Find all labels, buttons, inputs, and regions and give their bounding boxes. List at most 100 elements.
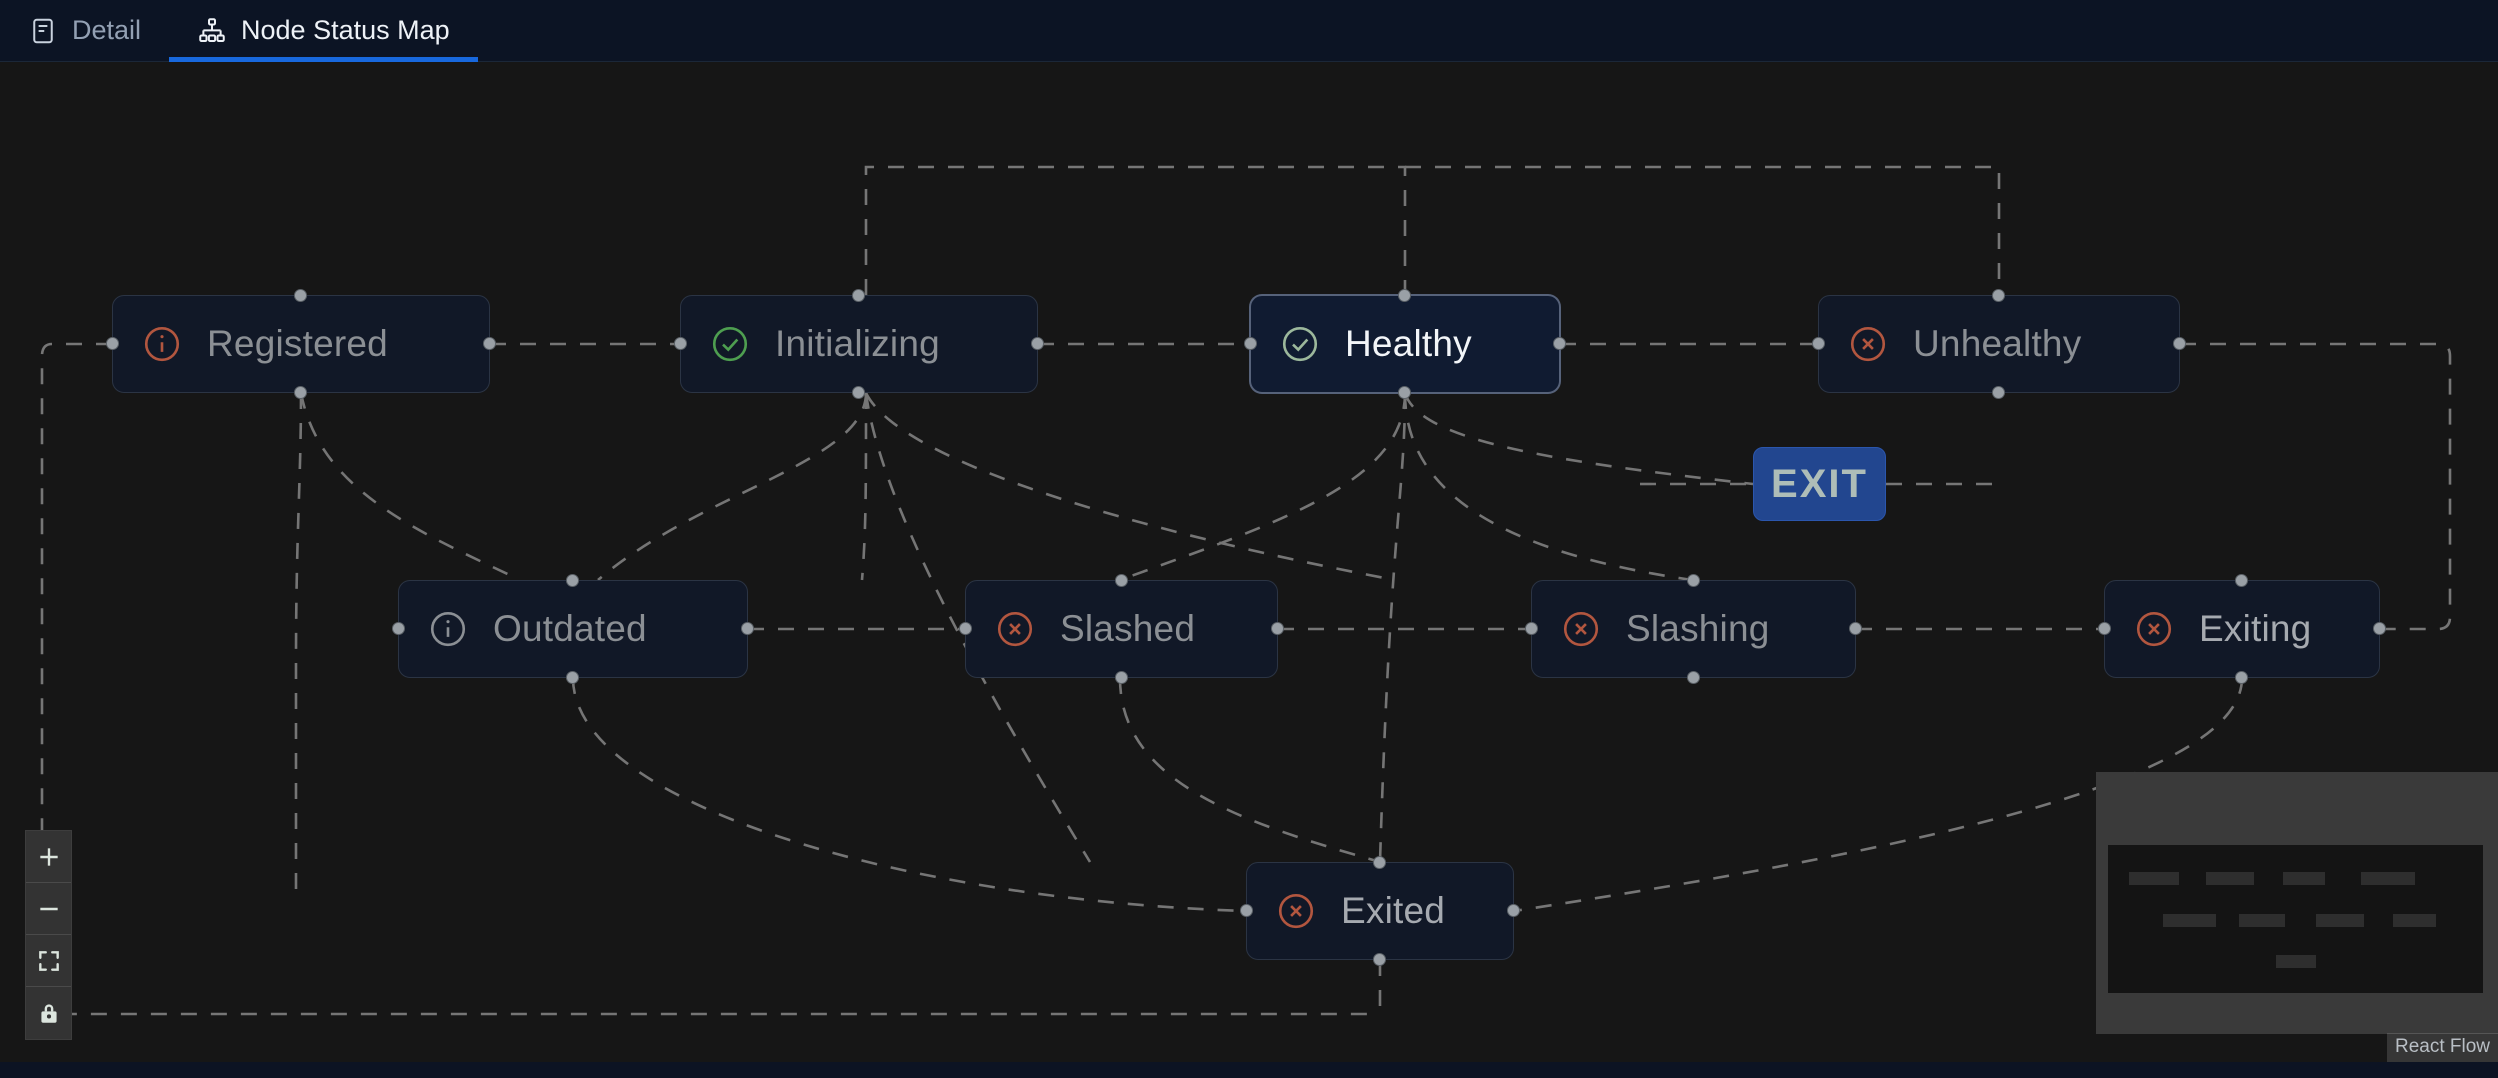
react-flow-attribution[interactable]: React Flow — [2386, 1033, 2498, 1062]
handle-left[interactable] — [1812, 337, 1825, 350]
handle-top[interactable] — [294, 289, 307, 302]
node-exiting[interactable]: Exiting — [2098, 574, 2386, 684]
plus-icon — [36, 844, 62, 870]
flow-canvas[interactable]: Registered Initializing Healthy Unhealth… — [0, 62, 2498, 1062]
handle-left[interactable] — [674, 337, 687, 350]
edge-registered-down-a — [294, 392, 303, 892]
edge-left-outer-loop — [40, 342, 1380, 1016]
edge-registered-outdated — [299, 392, 521, 582]
handle-top[interactable] — [2235, 574, 2248, 587]
handle-bottom[interactable] — [1398, 386, 1411, 399]
handle-right[interactable] — [1553, 337, 1566, 350]
handle-left[interactable] — [2098, 622, 2111, 635]
node-label: Initializing — [775, 323, 940, 364]
tab-active-underline — [169, 56, 478, 62]
exit-label: EXIT — [1771, 461, 1868, 506]
node-initializing[interactable]: Initializing — [674, 289, 1044, 399]
node-unhealthy[interactable]: Unhealthy — [1812, 289, 2186, 399]
handle-left[interactable] — [1244, 337, 1257, 350]
handle-top[interactable] — [1114, 574, 1128, 587]
tab-detail-label: Detail — [72, 15, 142, 45]
info-circle-icon — [141, 323, 183, 365]
minimap-node — [2206, 872, 2254, 885]
handle-bottom[interactable] — [852, 386, 865, 399]
node-label: Outdated — [493, 608, 647, 649]
info-circle-icon — [427, 608, 469, 650]
tab-bar: Detail Node Status Map — [0, 0, 2498, 62]
handle-left[interactable] — [1240, 904, 1253, 917]
edge-initializing-down — [860, 392, 868, 581]
node-label: Exiting — [2199, 608, 2312, 649]
node-label: Healthy — [1345, 323, 1472, 364]
flow-controls — [25, 830, 72, 1040]
minimap-node — [2276, 955, 2316, 968]
x-circle-icon — [1275, 890, 1317, 932]
minimap[interactable] — [2096, 772, 2498, 1034]
fit-view-button[interactable] — [26, 935, 71, 987]
lock-button[interactable] — [26, 987, 71, 1039]
handle-right[interactable] — [2173, 337, 2186, 350]
x-circle-icon — [1847, 323, 1889, 365]
handle-bottom[interactable] — [294, 386, 307, 399]
edge-outdated-exited — [571, 677, 1247, 913]
handle-top[interactable] — [852, 289, 865, 302]
tab-node-status-map[interactable]: Node Status Map — [169, 0, 478, 62]
tab-node-status-map-label: Node Status Map — [241, 15, 450, 45]
handle-right[interactable] — [1271, 622, 1284, 635]
minimap-node — [2361, 872, 2415, 885]
zoom-out-button[interactable] — [26, 883, 71, 935]
node-slashing[interactable]: Slashing — [1525, 574, 1862, 684]
handle-right[interactable] — [1031, 337, 1044, 350]
document-icon — [28, 16, 58, 46]
handle-bottom[interactable] — [1992, 386, 2005, 399]
x-circle-icon — [1560, 608, 1602, 650]
zoom-in-button[interactable] — [26, 831, 71, 883]
fit-view-icon — [36, 948, 62, 974]
minimap-node — [2316, 914, 2364, 927]
handle-bottom[interactable] — [1686, 671, 1700, 684]
handle-left[interactable] — [106, 337, 119, 350]
tab-detail[interactable]: Detail — [0, 0, 169, 62]
sitemap-icon — [197, 16, 227, 46]
handle-right[interactable] — [483, 337, 496, 350]
check-circle-icon — [1279, 323, 1321, 365]
lock-icon — [36, 1000, 62, 1026]
edge-initializing-slashing-cross — [864, 392, 1396, 582]
handle-top[interactable] — [1398, 289, 1411, 302]
handle-bottom[interactable] — [1114, 671, 1128, 684]
node-registered[interactable]: Registered — [106, 289, 496, 399]
handle-bottom[interactable] — [1373, 953, 1386, 966]
x-circle-icon — [994, 608, 1036, 650]
handle-top[interactable] — [1373, 856, 1386, 869]
handle-left[interactable] — [392, 622, 405, 635]
node-label: Unhealthy — [1913, 323, 2082, 364]
minimap-node — [2129, 872, 2179, 885]
edge-loop-top-left — [864, 165, 1407, 295]
handle-top[interactable] — [1992, 289, 2005, 302]
edge-healthy-exit — [1403, 392, 1754, 486]
handle-top[interactable] — [1686, 574, 1700, 587]
handle-top[interactable] — [566, 574, 579, 587]
edge-initializing-outdated — [597, 392, 868, 581]
node-slashed[interactable]: Slashed — [959, 574, 1284, 684]
handle-bottom[interactable] — [2235, 671, 2248, 684]
handle-bottom[interactable] — [566, 671, 579, 684]
x-circle-icon — [2133, 608, 2175, 650]
handle-right[interactable] — [741, 622, 754, 635]
edge-healthy-exited — [1378, 392, 1407, 863]
node-label: Registered — [207, 323, 388, 364]
node-label: Slashing — [1626, 608, 1770, 649]
handle-right[interactable] — [1849, 622, 1862, 635]
handle-left[interactable] — [1525, 622, 1538, 635]
node-outdated[interactable]: Outdated — [392, 574, 754, 684]
handle-right[interactable] — [1507, 904, 1520, 917]
minimap-viewport-mask — [2108, 845, 2483, 993]
node-exit[interactable]: EXIT — [1753, 447, 1886, 521]
node-exited[interactable]: Exited — [1240, 856, 1520, 966]
edge-healthy-slashing — [1403, 392, 1693, 582]
minimap-node — [2283, 872, 2325, 885]
handle-right[interactable] — [2373, 622, 2386, 635]
edge-slashed-exited — [1118, 677, 1381, 864]
node-healthy[interactable]: Healthy — [1244, 289, 1566, 399]
handle-left[interactable] — [959, 622, 972, 635]
